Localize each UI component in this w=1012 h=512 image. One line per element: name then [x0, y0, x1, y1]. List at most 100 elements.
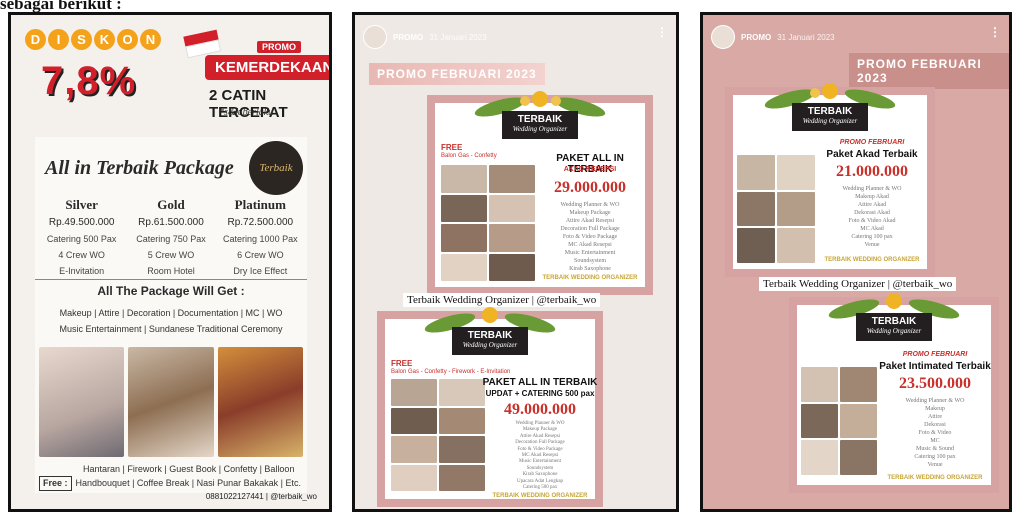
logo-line: TERBAIK [467, 330, 513, 341]
tier-silver: Silver Rp.49.500.000 Catering 500 Pax 4 … [37, 197, 126, 276]
tier-item: 5 Crew WO [147, 250, 195, 260]
photo-strip [39, 347, 303, 457]
tier-item: Catering 1000 Pax [223, 234, 298, 244]
list-item: Foto & Video Package [562, 234, 618, 240]
free-line: Balon Gas - Confetty - Firework - E-Invi… [391, 369, 511, 375]
free-line: Balon Gas - Confetty [441, 153, 497, 159]
story-header: PROMO 31 Januari 2023 [363, 25, 487, 49]
includes-line: Makeup | Attire | Decoration | Documenta… [59, 308, 283, 318]
list-item: Venue [927, 462, 943, 468]
tier-price: Rp.49.500.000 [48, 217, 115, 228]
free-line: Hantaran | Firework | Guest Book | Confe… [83, 464, 295, 474]
includes-line: Music Entertainment | Sundanese Traditio… [59, 324, 283, 334]
free-items: Hantaran | Firework | Guest Book | Confe… [39, 463, 303, 491]
all-package-heading: All The Package Will Get : [35, 279, 307, 298]
tier-item: E-Invitation [59, 266, 105, 276]
package-includes: Makeup | Attire | Decoration | Documenta… [39, 305, 303, 337]
package-title: Paket Intimated Terbaik [879, 361, 991, 372]
list-item: Dekorasi Akad [854, 210, 890, 216]
tier-item: Dry Ice Effect [233, 266, 288, 276]
logo-line: TERBAIK [871, 316, 917, 327]
tier-name: Silver [65, 197, 98, 212]
promo-banner: PROMO FEBRUARI 2023 [369, 63, 545, 85]
list-item: Attire [928, 414, 942, 420]
free-label: FREE [441, 143, 463, 152]
terbaik-logo: TERBAIK Wedding Organizer [502, 111, 578, 139]
photo-grid [737, 155, 815, 263]
tier-item: Catering 500 Pax [46, 234, 117, 244]
terbaik-logo: TERBAIK Wedding Organizer [792, 103, 868, 131]
list-item: Decoration Full Package [560, 226, 620, 232]
avatar[interactable] [711, 25, 735, 49]
tier-name: Platinum [234, 197, 286, 212]
photo-grid [801, 367, 877, 475]
list-item: MC Akad [860, 226, 884, 232]
kemerdekaan-badge: KEMERDEKAAN [205, 55, 329, 80]
flyer-akad-resepsi: TERBAIK Wedding Organizer FREE Balon Gas… [427, 91, 653, 295]
story-handle[interactable]: PROMO [741, 33, 771, 42]
package-price: 23.500.000 [899, 375, 971, 392]
package-price: 29.000.000 [554, 179, 626, 196]
package-list: Wedding Planner & WO Makeup Attire Dekor… [879, 397, 991, 469]
terbaik-logo: TERBAIK Wedding Organizer [856, 313, 932, 341]
bride-photo [39, 347, 125, 457]
list-item: Attire Akad [857, 202, 887, 208]
diskon-letter: S [71, 29, 92, 50]
package-list: Wedding Planner & WO Makeup Akad Attire … [817, 185, 927, 249]
free-label: FREE [391, 359, 413, 368]
tier-item: Room Hotel [147, 266, 195, 276]
tier-item: 6 Crew WO [237, 250, 284, 260]
story-header: PROMO 31 Januari 2023 [711, 25, 835, 49]
list-item: Soundsystem [573, 258, 606, 264]
diskon-letters: D I S K O N [25, 29, 161, 50]
avatar[interactable] [363, 25, 387, 49]
package-title: Paket Akad Terbaik [826, 149, 918, 160]
free-label: Free : [39, 476, 72, 491]
terms-note: *s&k berlaku [219, 107, 274, 118]
flyer-footer: TERBAIK WEDDING ORGANIZER [887, 475, 983, 481]
indonesia-flag-icon [183, 29, 222, 59]
instagram-story-2: PROMO 31 Januari 2023 ⋮ PROMO FEBRUARI 2… [700, 12, 1012, 512]
flyer-footer: TERBAIK WEDDING ORGANIZER [542, 275, 638, 281]
diskon-letter: D [25, 29, 46, 50]
contact-line: 0881022127441 | @terbaik_wo [205, 492, 317, 501]
flyer-footer: TERBAIK WEDDING ORGANIZER [492, 493, 588, 499]
package-tiers: Silver Rp.49.500.000 Catering 500 Pax 4 … [37, 197, 305, 276]
logo-line: TERBAIK [807, 106, 853, 117]
list-item: Venue [864, 242, 880, 248]
logo-line: Wedding Organizer [512, 125, 568, 133]
package-price: 21.000.000 [836, 163, 908, 180]
terbaik-logo: TERBAIK Wedding Organizer [452, 327, 528, 355]
package-title: All in Terbaik Package [45, 157, 234, 179]
discount-percent: 7,8% [41, 59, 137, 103]
tier-platinum: Platinum Rp.72.500.000 Catering 1000 Pax… [216, 197, 305, 276]
list-item: Foto & Video Akad [848, 218, 896, 224]
promo-label: PROMO FEBRUARI [902, 351, 968, 358]
story-handle[interactable]: PROMO [393, 33, 423, 42]
dance-photo [217, 347, 303, 457]
list-item: Dekorasi [924, 422, 946, 428]
logo-line: Wedding Organizer [866, 327, 922, 335]
more-options-icon[interactable]: ⋮ [989, 25, 1001, 39]
package-list: Wedding Planner & WO Makeup Package Atti… [535, 201, 645, 273]
list-item: MC [930, 438, 940, 444]
list-item: Music & Sound [915, 446, 954, 452]
list-item: Wedding Planner & WO [560, 202, 620, 208]
more-options-icon[interactable]: ⋮ [656, 25, 668, 39]
diskon-letter: K [94, 29, 115, 50]
promo-poster-kemerdekaan: D I S K O N 7,8% PROMO KEMERDEKAAN 2 CAT… [8, 12, 332, 512]
list-item: Wedding Planner & WO [842, 186, 902, 192]
tier-item: 4 Crew WO [58, 250, 105, 260]
terbaik-logo: Terbaik [249, 141, 303, 195]
list-item: Attire Akad Resepsi [565, 218, 615, 224]
logo-line: Wedding Organizer [802, 117, 858, 125]
package-card: All in Terbaik Package Terbaik Silver Rp… [35, 137, 307, 493]
list-item: MC Akad Resepsi [568, 242, 612, 248]
package-title: PAKET ALL IN TERBAIK [482, 377, 598, 388]
tier-gold: Gold Rp.61.500.000 Catering 750 Pax 5 Cr… [126, 197, 215, 276]
free-line: Handbouquet | Coffee Break | Nasi Punar … [75, 478, 301, 488]
flyer-footer: TERBAIK WEDDING ORGANIZER [824, 257, 920, 263]
package-price: 49.000.000 [504, 401, 576, 418]
instagram-story-1: PROMO 31 Januari 2023 ⋮ PROMO FEBRUARI 2… [352, 12, 679, 512]
logo-line: Wedding Organizer [462, 341, 518, 349]
